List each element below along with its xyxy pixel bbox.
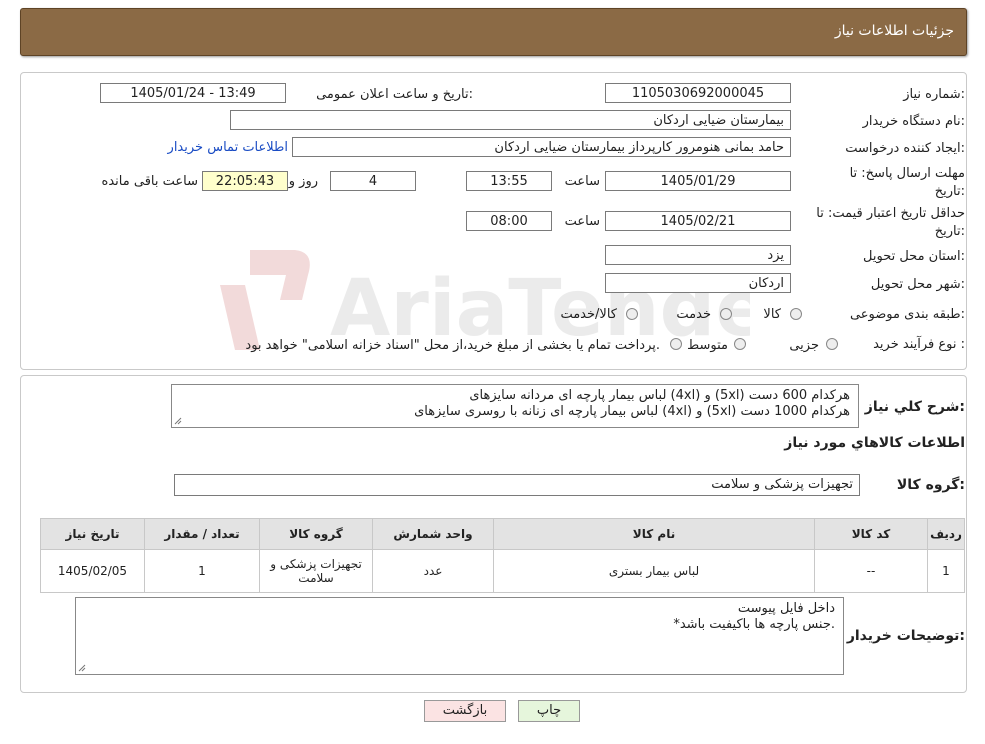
days-label: روز و xyxy=(288,174,318,189)
process-type-label: نوع فرآیند خرید : xyxy=(873,337,965,352)
process-radio-minor[interactable] xyxy=(826,338,838,350)
need-number-field: 1105030692000045 xyxy=(605,83,791,103)
validity-time-field: 08:00 xyxy=(466,211,552,231)
col-unit: واحد شمارش xyxy=(372,518,494,550)
remaining-time-label: ساعت باقی مانده xyxy=(101,174,198,189)
col-code: کد کالا xyxy=(814,518,928,550)
description-textarea[interactable]: لباس بیمار پارچه ای مردانه سایزهای (4xl)… xyxy=(171,384,859,428)
col-need-date: تاریخ نیاز xyxy=(40,518,145,550)
process-option-medium: متوسط xyxy=(687,338,728,353)
creator-field: حامد بمانی هنومرور کارپرداز بیمارستان ضی… xyxy=(292,137,791,157)
province-label: استان محل تحویل: xyxy=(863,249,965,264)
process-note: پرداخت تمام یا بخشی از مبلغ خرید،از محل … xyxy=(245,338,660,353)
col-quantity: تعداد / مقدار xyxy=(144,518,260,550)
deadline-label: مهلت ارسال پاسخ: تا xyxy=(849,166,965,181)
buyer-org-field: بیمارستان ضیایی اردکان xyxy=(230,110,791,130)
validity-date-field: 1405/02/21 xyxy=(605,211,791,231)
category-radio-goods[interactable] xyxy=(790,308,802,320)
category-radio-service[interactable] xyxy=(720,308,732,320)
goods-group-field: تجهیزات پزشکی و سلامت xyxy=(174,474,860,496)
goods-section-title: اطلاعات کالاهاي مورد نياز xyxy=(784,435,965,451)
buyer-notes-line-1: داخل فایل پیوست xyxy=(737,601,835,616)
deadline-date-field: 1405/01/29 xyxy=(605,171,791,191)
cell-group: تجهیزات پزشکی و سلامت xyxy=(259,549,373,593)
cell-name: لباس بیمار بستری xyxy=(493,549,815,593)
process-option-minor: جزیی xyxy=(789,338,819,353)
category-label: طبقه بندی موضوعی: xyxy=(849,307,965,322)
need-number-label: شماره نیاز: xyxy=(903,87,965,102)
cell-need-date: 1405/02/05 xyxy=(40,549,145,593)
deadline-time-field: 13:55 xyxy=(466,171,552,191)
cell-unit: عدد xyxy=(372,549,494,593)
validity-label-2: تاریخ: xyxy=(934,224,965,239)
announce-datetime-field: 1405/01/24 - 13:49 xyxy=(100,83,286,103)
category-option-service: خدمت xyxy=(676,307,711,322)
province-field: یزد xyxy=(605,245,791,265)
announce-label: تاریخ و ساعت اعلان عمومی: xyxy=(316,87,473,102)
page-title: جزئیات اطلاعات نیاز xyxy=(834,23,954,39)
category-radio-goods-service[interactable] xyxy=(626,308,638,320)
goods-table: ردیف کد کالا نام کالا واحد شمارش گروه کا… xyxy=(40,518,965,593)
city-label: شهر محل تحویل: xyxy=(870,277,965,292)
resize-grip-icon[interactable] xyxy=(174,417,182,425)
cell-quantity: 1 xyxy=(144,549,260,593)
description-label: شرح کلي نياز: xyxy=(864,399,965,415)
resize-grip-icon[interactable] xyxy=(78,664,86,672)
buyer-notes-textarea[interactable]: داخل فایل پیوست *جنس پارچه ها باکیفیت با… xyxy=(75,597,844,675)
buyer-notes-label: توضیحات خریدار: xyxy=(846,628,965,644)
days-remaining-field: 4 xyxy=(330,171,416,191)
remaining-time-field: 22:05:43 xyxy=(202,171,288,191)
treasury-payment-checkbox[interactable] xyxy=(670,338,682,350)
description-line-2: لباس بیمار پارچه ای زنانه با روسری سایزه… xyxy=(414,404,850,419)
city-field: اردکان xyxy=(605,273,791,293)
goods-group-label: گروه کالا: xyxy=(896,477,965,493)
category-option-goods: کالا xyxy=(763,307,781,322)
deadline-label-2: تاریخ: xyxy=(934,184,965,199)
table-row: 1 -- لباس بیمار بستری عدد تجهیزات پزشکی … xyxy=(40,549,965,593)
goods-table-header: ردیف کد کالا نام کالا واحد شمارش گروه کا… xyxy=(40,518,965,550)
process-radio-medium[interactable] xyxy=(734,338,746,350)
col-name: نام کالا xyxy=(493,518,815,550)
print-button[interactable]: چاپ xyxy=(518,700,580,722)
validity-label: حداقل تاریخ اعتبار قیمت: تا xyxy=(816,206,965,221)
cell-row: 1 xyxy=(927,549,965,593)
creator-label: ایجاد کننده درخواست: xyxy=(845,141,965,156)
buyer-org-label: نام دستگاه خریدار: xyxy=(862,114,965,129)
description-line-1: لباس بیمار پارچه ای مردانه سایزهای (4xl)… xyxy=(469,388,850,403)
category-option-goods-service: کالا/خدمت xyxy=(560,307,617,322)
back-button[interactable]: بازگشت xyxy=(424,700,506,722)
validity-time-label: ساعت xyxy=(564,214,600,229)
buyer-contact-link[interactable]: اطلاعات تماس خریدار xyxy=(168,140,288,155)
page-header: جزئیات اطلاعات نیاز xyxy=(20,8,967,56)
buyer-notes-line-2: *جنس پارچه ها باکیفیت باشد. xyxy=(673,617,835,632)
cell-code: -- xyxy=(814,549,928,593)
deadline-time-label: ساعت xyxy=(564,174,600,189)
col-group: گروه کالا xyxy=(259,518,373,550)
col-row: ردیف xyxy=(927,518,965,550)
